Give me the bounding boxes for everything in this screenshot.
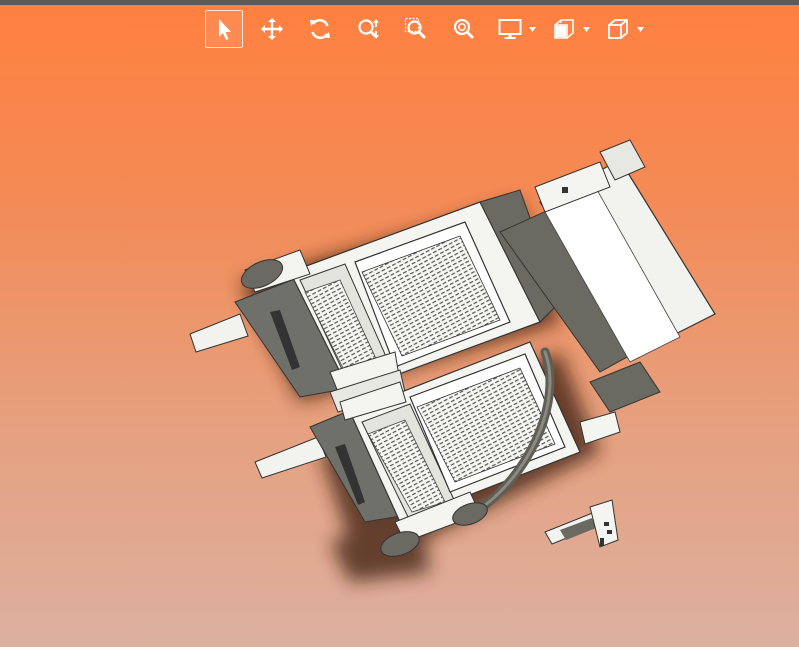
select-tool-button[interactable]: [205, 10, 243, 48]
cad-assembly-model[interactable]: [0, 52, 799, 647]
display-style-dropdown[interactable]: [527, 10, 537, 48]
small-bracket-part: [544, 499, 619, 548]
section-view-icon: [554, 19, 574, 39]
view-orientation-group: [601, 10, 645, 48]
section-view-dropdown[interactable]: [581, 10, 591, 48]
zoom-area-icon: [404, 17, 427, 40]
view-toolbar: [205, 9, 655, 49]
rotate-icon: [310, 18, 330, 40]
section-view-button[interactable]: [547, 10, 581, 48]
pan-move-icon: [261, 18, 283, 40]
select-arrow-icon: [219, 19, 231, 40]
display-style-button[interactable]: [493, 10, 527, 48]
chevron-down-icon: [528, 26, 536, 32]
3d-viewport[interactable]: [0, 52, 799, 647]
pan-tool-button[interactable]: [253, 10, 291, 48]
zoom-tool-button[interactable]: [349, 10, 387, 48]
view-orientation-button[interactable]: [601, 10, 635, 48]
view-orientation-dropdown[interactable]: [635, 10, 645, 48]
section-view-group: [547, 10, 591, 48]
rotate-tool-button[interactable]: [301, 10, 339, 48]
chevron-down-icon: [636, 26, 644, 32]
chevron-down-icon: [582, 26, 590, 32]
zoom-fit-icon: [453, 18, 475, 40]
display-style-group: [493, 10, 537, 48]
window-top-edge: [0, 0, 799, 5]
view-cube-icon: [608, 19, 628, 39]
monitor-display-icon: [498, 19, 522, 39]
zoom-fit-tool-button[interactable]: [445, 10, 483, 48]
zoom-updown-icon: [358, 19, 379, 39]
zoom-area-tool-button[interactable]: [397, 10, 435, 48]
